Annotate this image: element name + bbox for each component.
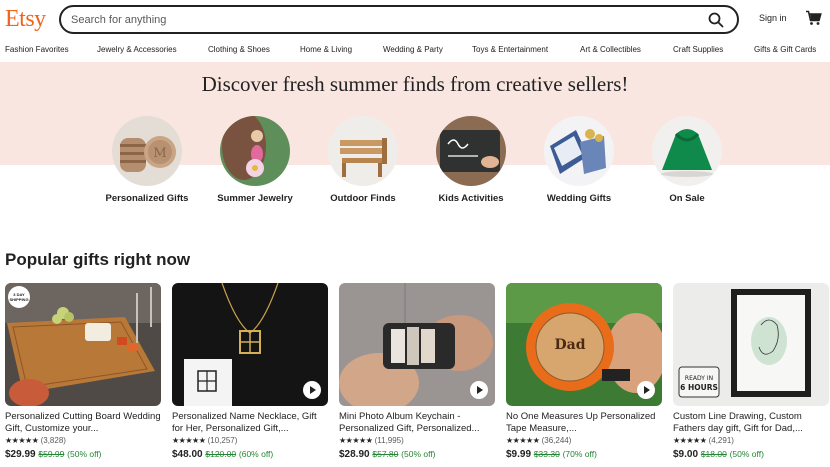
category-image[interactable]: [544, 116, 614, 186]
category-image[interactable]: [652, 116, 722, 186]
play-video-icon[interactable]: [637, 381, 655, 399]
play-video-icon[interactable]: [303, 381, 321, 399]
product-image[interactable]: READY IN 6 HOURS: [673, 283, 829, 406]
svg-text:READY IN: READY IN: [685, 375, 713, 382]
star-rating-icon: ★★★★★: [673, 436, 707, 445]
search-bar[interactable]: [59, 5, 739, 34]
discount-label: (50% off): [67, 449, 102, 459]
product-image[interactable]: [339, 283, 495, 406]
search-icon[interactable]: [708, 12, 724, 28]
product-title[interactable]: Personalized Name Necklace, Gift for Her…: [172, 411, 328, 435]
sale-price: $28.90: [339, 449, 370, 460]
star-rating-icon: ★★★★★: [506, 436, 540, 445]
category-image[interactable]: [220, 116, 290, 186]
sign-in-link[interactable]: Sign in: [759, 13, 787, 23]
sale-price: $48.00: [172, 449, 203, 460]
nav-home-living[interactable]: Home & Living: [300, 45, 352, 54]
sale-price: $9.99: [506, 449, 532, 460]
price-line: $9.99 $33.30 (70% off): [506, 449, 662, 460]
svg-text:Dad: Dad: [554, 337, 585, 353]
star-rating-icon: ★★★★★: [339, 436, 373, 445]
category-label: Personalized Gifts: [105, 193, 189, 204]
discount-label: (50% off): [401, 449, 436, 459]
nav-gifts-gift-cards[interactable]: Gifts & Gift Cards: [754, 45, 816, 54]
play-video-icon[interactable]: [470, 381, 488, 399]
svg-text:M: M: [153, 146, 166, 161]
category-image[interactable]: [436, 116, 506, 186]
sale-price: $9.00: [673, 449, 699, 460]
product-card[interactable]: READY IN 6 HOURS Custom Line Drawing, Cu…: [673, 283, 829, 460]
nav-fashion-favorites[interactable]: Fashion Favorites: [5, 45, 69, 54]
original-price: $59.99: [38, 449, 65, 459]
product-card[interactable]: Personalized Name Necklace, Gift for Her…: [172, 283, 328, 460]
search-input[interactable]: [71, 11, 691, 29]
discount-label: (50% off): [729, 449, 764, 459]
category-outdoor-finds[interactable]: Outdoor Finds: [318, 116, 408, 205]
product-image[interactable]: Dad: [506, 283, 662, 406]
original-price: $33.30: [533, 449, 560, 459]
product-title[interactable]: Personalized Cutting Board Wedding Gift,…: [5, 411, 161, 435]
product-rating: ★★★★★ (11,995): [339, 436, 495, 448]
category-label: On Sale: [669, 193, 705, 204]
category-personalized-gifts[interactable]: M Personalized Gifts: [102, 116, 192, 205]
section-title: Popular gifts right now: [5, 250, 191, 269]
original-price: $120.00: [205, 449, 237, 459]
nav-craft-supplies[interactable]: Craft Supplies: [673, 45, 723, 54]
hero-title: Discover fresh summer finds from creativ…: [201, 72, 629, 96]
product-rating: ★★★★★ (3,828): [5, 436, 161, 448]
svg-text:6 HOURS: 6 HOURS: [680, 383, 718, 392]
price-line: $28.90 $57.80 (50% off): [339, 449, 495, 460]
category-image[interactable]: [328, 116, 398, 186]
price-line: $29.99 $59.99 (50% off): [5, 449, 161, 460]
nav-wedding-party[interactable]: Wedding & Party: [383, 45, 443, 54]
product-rating: ★★★★★ (10,257): [172, 436, 328, 448]
star-rating-icon: ★★★★★: [172, 436, 206, 445]
product-card[interactable]: Dad No One Measures Up Personalized Tape…: [506, 283, 662, 460]
shipping-badge: 3 DAY SHIPPING: [8, 286, 30, 308]
review-count: (3,828): [40, 436, 66, 445]
category-wedding-gifts[interactable]: Wedding Gifts: [534, 116, 624, 205]
etsy-logo[interactable]: Etsy: [5, 6, 46, 33]
category-summer-jewelry[interactable]: Summer Jewelry: [210, 116, 300, 205]
review-count: (11,995): [374, 436, 404, 445]
review-count: (10,257): [207, 436, 238, 445]
product-card[interactable]: 3 DAY SHIPPING Personalized Cutting Boar…: [5, 283, 161, 460]
cart-icon[interactable]: [805, 10, 822, 26]
discount-label: (70% off): [562, 449, 597, 459]
product-card[interactable]: Mini Photo Album Keychain - Personalized…: [339, 283, 495, 460]
category-kids-activities[interactable]: Kids Activities: [426, 116, 516, 205]
category-label: Kids Activities: [438, 193, 504, 204]
product-title[interactable]: No One Measures Up Personalized Tape Mea…: [506, 411, 662, 435]
original-price: $18.00: [700, 449, 727, 459]
price-line: $48.00 $120.00 (60% off): [172, 449, 328, 460]
discount-label: (60% off): [238, 449, 274, 459]
nav-art-collectibles[interactable]: Art & Collectibles: [580, 45, 641, 54]
product-image[interactable]: [172, 283, 328, 406]
review-count: (4,291): [708, 436, 734, 445]
category-label: Summer Jewelry: [217, 193, 293, 204]
product-image[interactable]: 3 DAY SHIPPING: [5, 283, 161, 406]
product-rating: ★★★★★ (36,244): [506, 436, 662, 448]
category-on-sale[interactable]: On Sale: [642, 116, 732, 205]
original-price: $57.80: [372, 449, 399, 459]
price-line: $9.00 $18.00 (50% off): [673, 449, 829, 460]
category-label: Wedding Gifts: [546, 193, 612, 204]
sale-price: $29.99: [5, 449, 36, 460]
nav-clothing-shoes[interactable]: Clothing & Shoes: [208, 45, 270, 54]
nav-toys-entertainment[interactable]: Toys & Entertainment: [472, 45, 548, 54]
header: Etsy Sign in: [0, 0, 830, 38]
category-image[interactable]: M: [112, 116, 182, 186]
review-count: (36,244): [541, 436, 572, 445]
product-title[interactable]: Custom Line Drawing, Custom Fathers day …: [673, 411, 829, 435]
product-rating: ★★★★★ (4,291): [673, 436, 829, 448]
nav-jewelry-accessories[interactable]: Jewelry & Accessories: [97, 45, 177, 54]
category-label: Outdoor Finds: [330, 193, 396, 204]
star-rating-icon: ★★★★★: [5, 436, 39, 445]
product-title[interactable]: Mini Photo Album Keychain - Personalized…: [339, 411, 495, 435]
category-nav: Fashion Favorites Jewelry & Accessories …: [0, 38, 830, 62]
